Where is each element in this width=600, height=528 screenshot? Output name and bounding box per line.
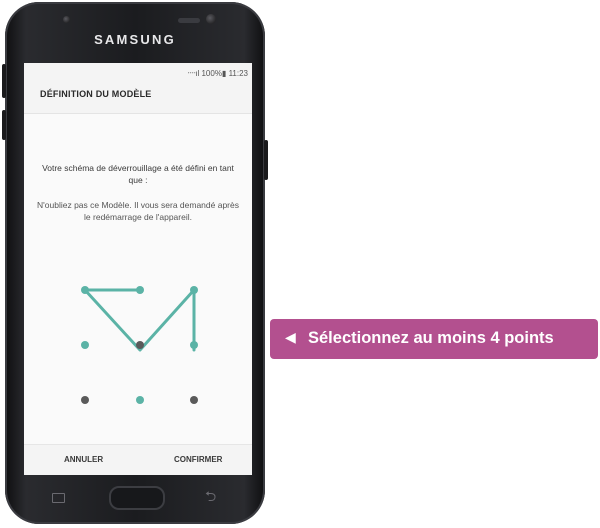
pattern-dot-9[interactable] [190, 396, 198, 404]
volume-button [2, 64, 6, 98]
cancel-button[interactable]: ANNULER [64, 455, 103, 464]
earpiece-speaker [178, 18, 200, 23]
sensor-icon [206, 14, 216, 24]
pattern-dot-6[interactable] [190, 341, 198, 349]
bixby-button [2, 110, 6, 140]
page-title: DÉFINITION DU MODÈLE [40, 89, 152, 99]
title-bar: DÉFINITION DU MODÈLE [24, 77, 252, 114]
home-button[interactable] [109, 486, 165, 510]
pattern-dot-5[interactable] [136, 341, 144, 349]
power-button [264, 140, 268, 180]
callout-text: Sélectionnez au moins 4 points [308, 329, 554, 347]
brand-logo: SAMSUNG [94, 32, 176, 47]
phone-frame: SAMSUNG ᠁ıl 100%▮ 11:23 DÉFINITION DU MO… [2, 2, 268, 524]
pattern-dot-7[interactable] [81, 396, 89, 404]
pattern-dot-3[interactable] [190, 286, 198, 294]
pattern-dot-8[interactable] [136, 396, 144, 404]
pattern-dot-1[interactable] [81, 286, 89, 294]
pattern-dot-2[interactable] [136, 286, 144, 294]
back-icon[interactable]: ⮌ [205, 486, 216, 510]
status-bar: ᠁ıl 100%▮ 11:23 [24, 63, 252, 78]
unlock-pattern-grid[interactable] [24, 114, 252, 444]
pattern-content: Votre schéma de déverrouillage a été déf… [24, 114, 252, 444]
recent-apps-icon[interactable] [52, 493, 65, 503]
phone-screen: ᠁ıl 100%▮ 11:23 DÉFINITION DU MODÈLE Vot… [24, 63, 252, 475]
front-camera-icon [63, 16, 70, 23]
instruction-callout: ◀ Sélectionnez au moins 4 points [270, 319, 598, 359]
left-arrow-icon: ◀ [285, 329, 296, 345]
confirm-button[interactable]: CONFIRMER [174, 455, 222, 464]
action-bar: ANNULER CONFIRMER [24, 444, 252, 475]
pattern-path [83, 288, 196, 352]
pattern-dot-4[interactable] [81, 341, 89, 349]
hardware-nav-bar: ⮌ [5, 476, 265, 524]
